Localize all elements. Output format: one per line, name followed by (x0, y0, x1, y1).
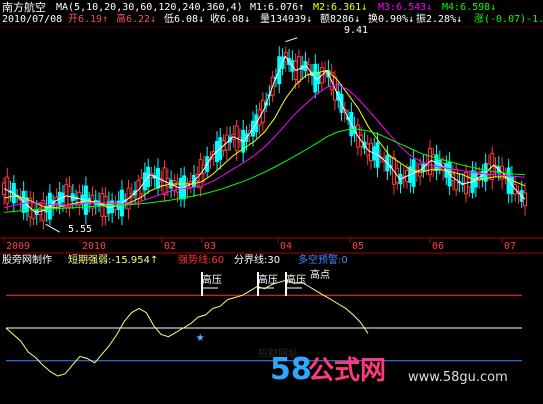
watermark-brand-text: 公式网 (308, 356, 387, 386)
pressure-marker-3: 高压 (286, 275, 306, 286)
watermark-brand-number: 58 (270, 352, 312, 387)
x-tick-label: 07 (504, 241, 517, 252)
candle-body (523, 192, 527, 207)
strong-line-label: 强势线:60 (178, 255, 225, 266)
x-tick-label: 06 (432, 241, 445, 252)
star-icon: ★ (196, 329, 205, 345)
high-point-marker: 高点 (310, 270, 330, 281)
high-price-annotation: 9.41 (344, 25, 369, 36)
high-annotation-pointer (285, 37, 298, 43)
price-chart (0, 26, 543, 377)
pressure-marker-2: 高压 (258, 275, 278, 286)
x-tick-label: 2009 (6, 241, 31, 252)
low-price-annotation: 5.55 (68, 224, 93, 235)
x-tick-label: 05 (352, 241, 365, 252)
warning-line-label: 多空预警:0 (298, 255, 348, 266)
x-tick-label: 04 (280, 241, 293, 252)
watermark-url: www.58gu.com (408, 370, 508, 385)
short-strength-label: 短期强弱:-15.954↑ (68, 255, 159, 266)
x-tick-label: 2010 (82, 241, 107, 252)
pressure-marker-1: 高压 (202, 275, 222, 286)
x-tick-label: 03 (204, 241, 217, 252)
low-annotation-pointer (45, 223, 60, 233)
x-tick-label: 02 (164, 241, 177, 252)
divider-line-label: 分界线:30 (234, 255, 281, 266)
indicator-author: 股旁网制作 (2, 255, 52, 266)
stock-chart-window: 南方航空 MA(5,10,20,30,60,120,240,360,4) M1:… (0, 0, 543, 404)
